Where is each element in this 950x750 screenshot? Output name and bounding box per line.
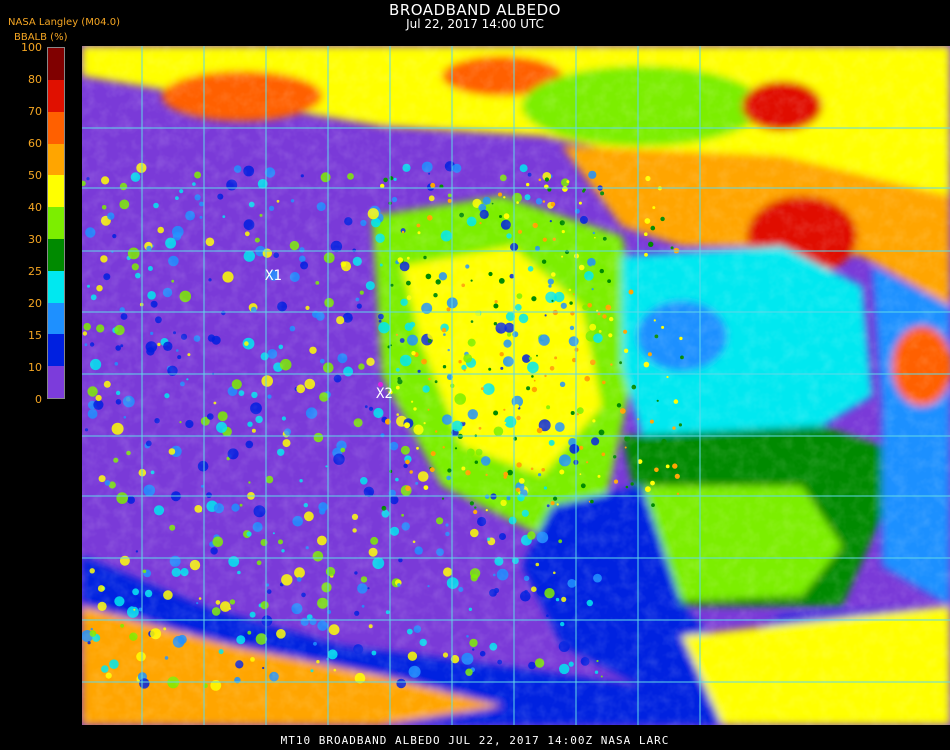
texture-overlay [82,46,950,725]
colorbar-tick-label: 10 [28,361,42,374]
colorbar-segment [48,334,64,367]
colorbar-tick-label: 50 [28,169,42,182]
colorbar-segment [48,111,64,144]
colorbar-tick-label: 80 [28,73,42,86]
colorbar-tick-label: 0 [35,393,42,406]
marker-x2: X2 [376,386,393,402]
footer-caption: MT10 BROADBAND ALBEDO JUL 22, 2017 14:00… [280,734,670,747]
albedo-map [82,46,950,725]
colorbar-tick-label: 70 [28,105,42,118]
colorbar-tick-label: 20 [28,297,42,310]
colorbar-tick-label: 60 [28,137,42,150]
colorbar-segment [48,207,64,239]
colorbar-segment [48,143,64,176]
colorbar [47,47,65,399]
map-subtitle: Jul 22, 2017 14:00 UTC [406,17,544,31]
colorbar-segment [48,366,64,398]
colorbar-tick-label: 100 [21,41,42,54]
colorbar-segment [48,175,64,208]
colorbar-segment [48,270,64,303]
colorbar-tick-label: 30 [28,233,42,246]
map-canvas [82,46,950,725]
colorbar-tick-label: 15 [28,329,42,342]
colorbar-segment [48,79,64,112]
marker-x1: X1 [265,268,282,284]
colorbar-tick-label: 40 [28,201,42,214]
colorbar-segment [48,48,64,80]
colorbar-segment [48,302,64,335]
colorbar-segment [48,238,64,271]
colorbar-tick-label: 25 [28,265,42,278]
organization-label: NASA Langley (M04.0) [8,17,120,28]
